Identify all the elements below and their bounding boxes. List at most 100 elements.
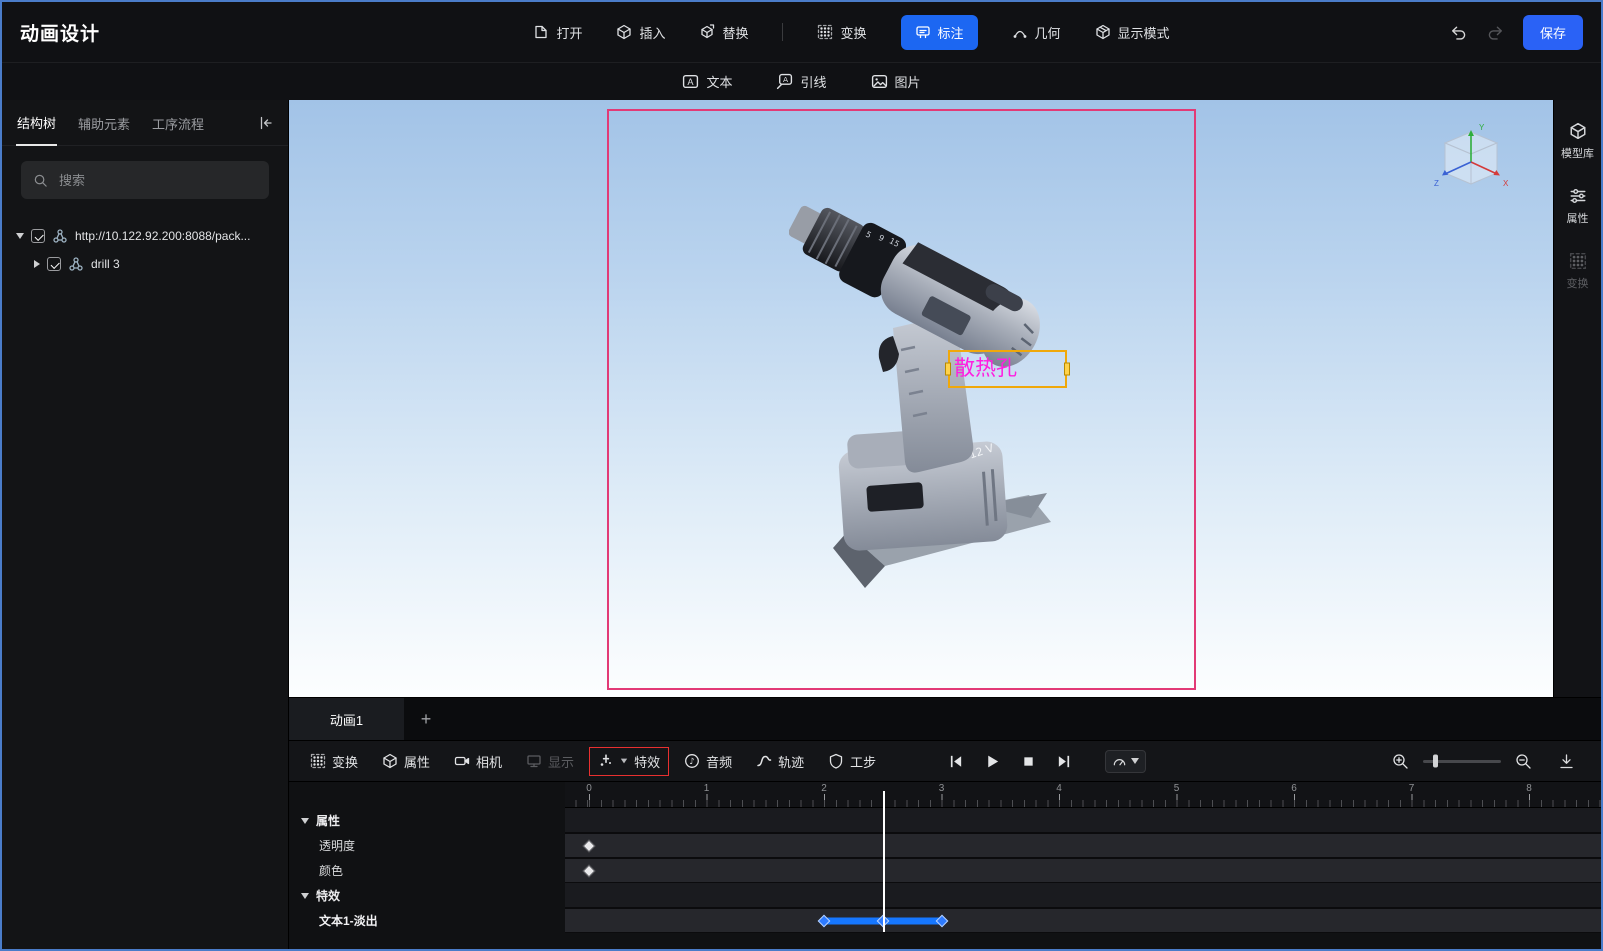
model-library-button[interactable]: 模型库 [1561,122,1594,161]
header-actions: 保存 [1433,14,1583,50]
download-button[interactable] [1558,753,1575,770]
timeline-row-label[interactable]: 属性 [289,808,565,833]
ruler-second-label: 3 [938,783,945,794]
annotation-handle-left[interactable] [945,362,951,376]
tl-display-label: 显示 [548,754,575,770]
open-label: 打开 [556,25,583,41]
undo-button[interactable] [1449,23,1468,42]
caret-right-icon[interactable] [34,260,40,268]
tab-auxiliary-elements[interactable]: 辅助元素 [77,100,131,145]
viewport-3d[interactable]: 12 V 5 9 15 散热孔 Y X Z [289,100,1553,697]
tree-row-package[interactable]: http://10.122.92.200:8088/pack... [2,222,288,250]
zoom-in-icon [1393,753,1408,769]
search-icon [34,174,47,187]
search-input[interactable] [57,171,257,189]
zoom-out-icon [1516,753,1531,769]
add-animation-button[interactable]: + [404,698,448,740]
tl-workstep-button[interactable]: 工步 [819,747,885,776]
playback-speed-button[interactable] [1105,749,1147,773]
annotation-box[interactable]: 散热孔 [945,350,1070,388]
timeline-ruler[interactable]: 0 1 2 3 4 5 6 7 8 [565,782,1601,808]
leader-tool-button[interactable]: A 引线 [776,72,827,91]
annotation-text[interactable]: 散热孔 [950,352,1017,386]
orientation-gizmo[interactable]: Y X Z [1429,120,1513,210]
effects-sparkle-icon [600,754,612,766]
step-back-button[interactable] [947,753,964,770]
stop-button[interactable] [1021,754,1036,769]
timeline-zoom-slider[interactable] [1423,754,1501,768]
redo-icon [1488,26,1502,40]
insert-button[interactable]: 插入 [616,23,665,42]
tl-camera-label: 相机 [476,754,503,770]
timeline-lane[interactable] [565,833,1601,858]
image-tool-button[interactable]: 图片 [871,72,921,91]
tree-row-drill[interactable]: drill 3 [2,250,288,278]
sidebar: 结构树 辅助元素 工序流程 http://10.122.92.200:8088/… [2,100,289,949]
drill-checkbox[interactable] [47,257,61,271]
replace-button[interactable]: 替换 [699,23,748,42]
tl-workstep-label: 工步 [850,754,877,770]
ruler-second-label: 2 [821,783,827,794]
zoom-in-button[interactable] [1392,753,1409,770]
ruler-second-label: 5 [1173,783,1180,794]
text-tool-label: 文本 [706,75,733,90]
timeline-panel: 动画1 + 变换 属性 相机 显示 特效 ♪ 音频 轨迹 工步 0 1 2 3 … [289,697,1601,949]
keyframe-diamond[interactable] [582,839,596,852]
geometry-button[interactable]: 几何 [1012,23,1061,42]
timeline-lane[interactable] [565,808,1601,833]
display-mode-button[interactable]: 显示模式 [1095,23,1170,42]
save-button[interactable]: 保存 [1522,14,1583,50]
scene-node-icon [53,229,67,243]
camera-icon [454,756,470,766]
content: 结构树 辅助元素 工序流程 http://10.122.92.200:8088/… [2,100,1601,949]
timeline-row-label[interactable]: 特效 [289,883,565,908]
transform-button[interactable]: 变换 [817,23,867,42]
drill-model[interactable]: 12 V 5 9 15 [789,200,1259,630]
image-icon [871,74,887,89]
tl-trajectory-button[interactable]: 轨迹 [747,747,813,776]
tab-process-flow[interactable]: 工序流程 [151,100,205,145]
timeline-lane[interactable] [565,883,1601,908]
timeline-row: 颜色 [289,858,1601,883]
animation-tab[interactable]: 动画1 [289,698,404,740]
scene-node-icon [69,257,83,271]
audio-note-icon: ♪ [685,754,700,768]
insert-cube-icon [617,24,632,40]
tl-camera-button[interactable]: 相机 [445,747,511,776]
annotate-button[interactable]: 标注 [900,14,978,50]
search-box[interactable] [21,161,269,199]
zoom-out-button[interactable] [1515,753,1532,770]
timeline-lane[interactable] [565,908,1601,933]
play-button[interactable] [984,753,1001,770]
tl-transform-button[interactable]: 变换 [301,747,367,776]
tl-properties-button[interactable]: 属性 [373,747,439,776]
timeline-row: 特效 [289,883,1601,908]
redo-button[interactable] [1486,23,1505,42]
structure-tree: http://10.122.92.200:8088/pack... drill … [2,214,288,286]
collapse-sidebar-button[interactable] [258,115,274,131]
annotation-handle-right[interactable] [1064,362,1070,376]
caret-down-icon[interactable] [301,817,309,824]
ruler-second-label: 4 [1056,783,1062,794]
properties-panel-button[interactable]: 属性 [1567,187,1589,226]
zoom-slider-knob[interactable] [1433,754,1438,768]
open-button[interactable]: 打开 [533,23,582,42]
tree-node-label: http://10.122.92.200:8088/pack... [75,229,251,243]
step-forward-button[interactable] [1056,753,1073,770]
annotate-label: 标注 [937,25,964,41]
playhead[interactable] [882,791,885,932]
timeline-lane[interactable] [565,858,1601,883]
tab-structure-tree[interactable]: 结构树 [16,99,58,146]
text-tool-button[interactable]: A 文本 [682,72,732,91]
geometry-arc-icon [1013,30,1026,38]
transform-panel-button[interactable]: 变换 [1567,252,1589,291]
caret-down-icon[interactable] [301,892,309,899]
package-checkbox[interactable] [31,229,45,243]
tl-effects-button[interactable]: 特效 [589,746,670,776]
tl-display-button[interactable]: 显示 [517,747,583,776]
keyframe-diamond[interactable] [582,864,596,877]
effects-dropdown-caret-icon[interactable] [620,758,628,764]
caret-down-icon[interactable] [16,233,24,239]
tl-audio-button[interactable]: ♪ 音频 [675,747,741,776]
timeline-row-label: 文本1-淡出 [289,908,565,933]
